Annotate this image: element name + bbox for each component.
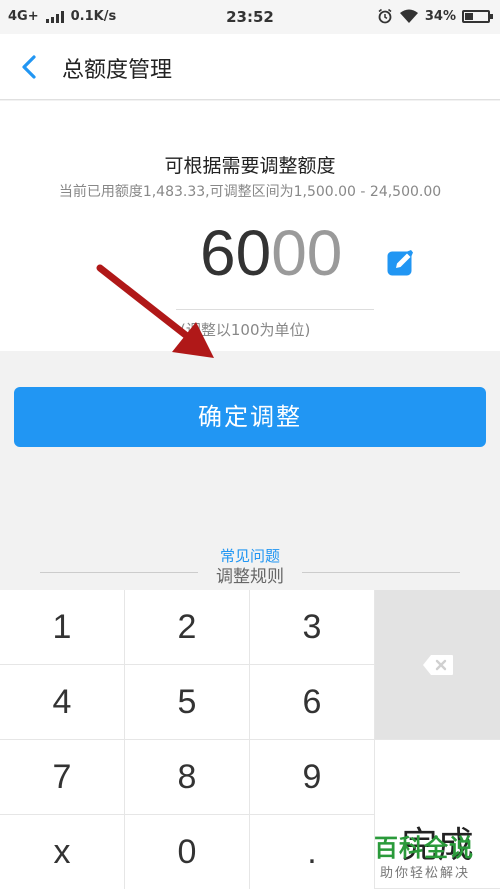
amount-typed-value: 60 [200, 217, 272, 289]
backspace-key[interactable] [375, 590, 500, 740]
confirm-adjust-button[interactable]: 确定调整 [14, 387, 486, 447]
amount-placeholder-digits: 00 [271, 217, 343, 289]
key-0[interactable]: 0 [125, 815, 250, 889]
battery-icon [462, 9, 493, 23]
status-bar: 4G+ 0.1K/s 23:52 34% [0, 0, 500, 34]
key-1[interactable]: 1 [0, 590, 125, 665]
amount-underline [176, 309, 374, 310]
watermark-title: 百科全说 [374, 834, 474, 862]
key-x[interactable]: x [0, 815, 125, 889]
edit-icon [387, 250, 413, 276]
watermark-logo: 百科全说 助你轻松解决 [374, 828, 494, 884]
key-9[interactable]: 9 [250, 740, 375, 815]
key-dot[interactable]: . [250, 815, 375, 889]
key-8[interactable]: 8 [125, 740, 250, 815]
watermark-subtitle: 助你轻松解决 [380, 866, 471, 881]
edit-amount-button[interactable] [386, 248, 416, 278]
key-4[interactable]: 4 [0, 665, 125, 740]
rules-link[interactable]: 调整规则 [40, 562, 460, 587]
backspace-icon [422, 654, 453, 675]
nav-bar: 总额度管理 [0, 34, 500, 100]
amount-input[interactable]: 6000 [200, 221, 342, 285]
wifi-icon [399, 9, 418, 23]
rules-divider-right [302, 572, 460, 573]
adjust-range-note: 当前已用额度1,483.33,可调整区间为1,500.00 - 24,500.0… [58, 184, 442, 200]
key-7[interactable]: 7 [0, 740, 125, 815]
back-button[interactable] [12, 50, 48, 86]
page-title: 总额度管理 [62, 58, 173, 83]
key-2[interactable]: 2 [125, 590, 250, 665]
key-6[interactable]: 6 [250, 665, 375, 740]
status-right: 34% [377, 8, 493, 24]
alarm-icon [378, 8, 392, 24]
key-5[interactable]: 5 [125, 665, 250, 740]
battery-percent: 34% [424, 8, 456, 24]
adjust-title: 可根据需要调整额度 [164, 155, 336, 177]
key-3[interactable]: 3 [250, 590, 375, 665]
rules-link-row: 调整规则 [40, 562, 460, 587]
adjust-panel: 可根据需要调整额度 当前已用额度1,483.33,可调整区间为1,500.00 … [0, 101, 500, 351]
unit-note: (调整以100为单位) [180, 321, 311, 339]
back-chevron-icon [22, 55, 36, 79]
